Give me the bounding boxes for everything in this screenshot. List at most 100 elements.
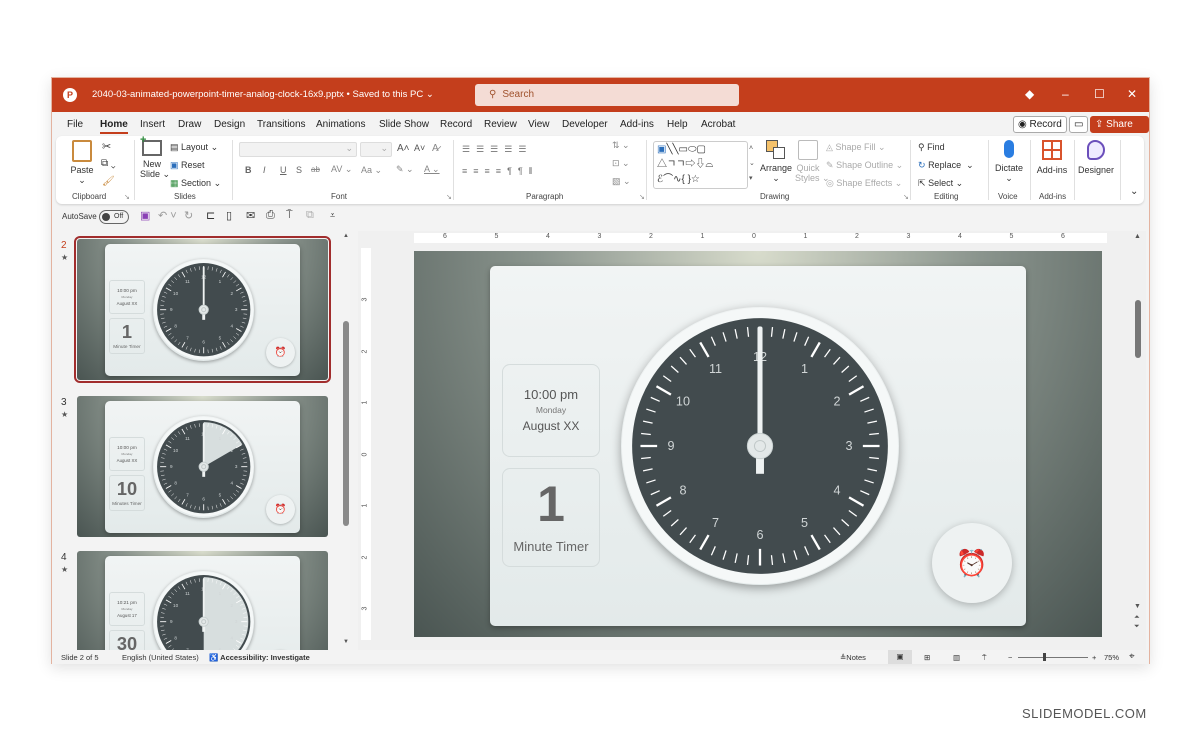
collapse-ribbon-icon[interactable]: ⌄ bbox=[1130, 186, 1138, 197]
copy-icon[interactable]: ⧉ ⌄ bbox=[101, 158, 116, 169]
copy-slide-icon[interactable]: ⧉ bbox=[306, 209, 314, 222]
tab-record[interactable]: Record bbox=[440, 119, 472, 130]
smartart-icon[interactable]: ▧ ⌄ bbox=[612, 176, 631, 187]
accessibility-status[interactable]: ♿ Accessibility: Investigate bbox=[209, 653, 310, 662]
slide-thumbnail[interactable]: 10:00 pm Monday August XX 10 Minutes Tim… bbox=[77, 396, 328, 537]
zoom-out-button[interactable]: − bbox=[1008, 653, 1012, 662]
slide-thumbnail[interactable]: 10:21 pm Monday August 17 30 Minutes Tim… bbox=[77, 551, 328, 650]
zoom-slider[interactable] bbox=[1018, 657, 1088, 658]
diamond-icon[interactable]: ◆ bbox=[1025, 87, 1034, 101]
tab-home[interactable]: Home bbox=[100, 119, 128, 134]
tab-view[interactable]: View bbox=[528, 119, 550, 130]
slide-thumbnail[interactable]: 10:00 pm Monday August XX 1 Minute Timer… bbox=[74, 236, 331, 383]
main-slide[interactable]: 10:00 pm Monday August XX 1 Minute Timer… bbox=[414, 251, 1102, 637]
close-button[interactable]: ✕ bbox=[1127, 87, 1137, 101]
maximize-button[interactable]: ☐ bbox=[1094, 87, 1105, 101]
alarm-button[interactable]: ⏰ bbox=[932, 523, 1012, 603]
layout-button[interactable]: ▤ Layout ⌄ bbox=[170, 142, 218, 153]
paste-button[interactable]: Paste ⌄ bbox=[70, 140, 94, 186]
redo-icon[interactable]: ↻ bbox=[184, 209, 193, 222]
zoom-slider-thumb[interactable] bbox=[1043, 653, 1047, 661]
gallery-scroll[interactable]: ˄ ⌄ ▾ bbox=[749, 141, 755, 186]
zoom-percent[interactable]: 75% bbox=[1104, 653, 1119, 662]
fit-to-window-icon[interactable]: ⌖ bbox=[1129, 651, 1135, 662]
share-button[interactable]: ⇪ Share ⌄ bbox=[1090, 116, 1149, 145]
shape-outline-button[interactable]: ✎ Shape Outline ⌄ bbox=[826, 160, 903, 171]
add-ins-button[interactable]: Add-ins bbox=[1035, 140, 1069, 175]
align-text-icon[interactable]: ⊡ ⌄ bbox=[612, 158, 630, 169]
present-icon[interactable]: ⍑ bbox=[286, 209, 293, 222]
search-box[interactable]: ⚲ Search bbox=[475, 84, 739, 106]
tab-add-ins[interactable]: Add-ins bbox=[620, 119, 654, 130]
tab-animations[interactable]: Animations bbox=[316, 119, 365, 130]
shapes-gallery[interactable]: ▣╲╲▭⬭▢ △ㄱㄱ⇨⇩⌓ ℰ⌒∿{ }☆ bbox=[653, 141, 748, 189]
dictate-button[interactable]: Dictate ⌄ bbox=[993, 140, 1025, 184]
section-button[interactable]: ▦ Section ⌄ bbox=[170, 178, 221, 189]
dialog-launcher-icon[interactable]: ↘ bbox=[124, 193, 130, 201]
normal-view-button[interactable]: ▣ bbox=[888, 650, 912, 664]
undo-icon[interactable]: ↶ ˅ bbox=[158, 209, 177, 222]
reset-button[interactable]: ▣ Reset bbox=[170, 160, 205, 171]
underline-button[interactable]: U bbox=[280, 165, 287, 175]
bold-button[interactable]: B bbox=[245, 165, 252, 175]
minimize-button[interactable]: – bbox=[1062, 87, 1069, 101]
grow-font-icon[interactable]: A˄ bbox=[397, 143, 410, 154]
shadow-button[interactable]: S bbox=[296, 165, 302, 175]
autosave-toggle[interactable]: Off bbox=[99, 210, 129, 224]
strikethrough-button[interactable]: ab bbox=[311, 165, 320, 174]
font-name-dropdown[interactable]: ⌄ bbox=[239, 142, 357, 157]
quick-styles-button[interactable]: Quick Styles ⌄ bbox=[795, 140, 830, 184]
select-button[interactable]: ⇱ Select ⌄ bbox=[918, 178, 963, 189]
editor-scrollbar[interactable]: ▲ ▼ ⏶ ⏷ bbox=[1134, 233, 1144, 643]
slide-sorter-button[interactable]: ⊞ bbox=[924, 653, 930, 662]
font-size-dropdown[interactable]: ⌄ bbox=[360, 142, 392, 157]
tab-slide-show[interactable]: Slide Show bbox=[379, 119, 429, 130]
shape-effects-button[interactable]: ◎ Shape Effects ⌄ bbox=[826, 178, 902, 189]
font-color-button[interactable]: A ⌄ bbox=[424, 164, 440, 175]
text-direction-icon[interactable]: ⇅ ⌄ bbox=[612, 140, 630, 151]
document-title[interactable]: 2040-03-animated-powerpoint-timer-analog… bbox=[92, 89, 434, 100]
drawing-dialog-launcher-icon[interactable]: ↘ bbox=[903, 193, 909, 201]
notes-button[interactable]: ≜Notes bbox=[840, 653, 866, 662]
prev-next-slide-icons[interactable]: ⏶ ⏷ bbox=[1134, 613, 1140, 631]
new-document-icon[interactable]: ▯ bbox=[226, 209, 232, 222]
change-case-button[interactable]: Aa ⌄ bbox=[361, 165, 382, 176]
email-icon[interactable]: ✉ bbox=[246, 209, 255, 222]
italic-button[interactable]: I bbox=[263, 165, 266, 175]
new-slide-button[interactable]: + New Slide ⌄ bbox=[140, 134, 170, 180]
designer-button[interactable]: Designer bbox=[1078, 140, 1114, 175]
font-dialog-launcher-icon[interactable]: ↘ bbox=[446, 193, 452, 201]
replace-button[interactable]: ↻ Replace ⌄ bbox=[918, 160, 974, 171]
reading-view-button[interactable]: ▥ bbox=[953, 653, 960, 662]
tab-file[interactable]: File bbox=[67, 119, 83, 130]
shrink-font-icon[interactable]: A˅ bbox=[414, 143, 425, 153]
tab-help[interactable]: Help bbox=[667, 119, 688, 130]
zoom-in-button[interactable]: + bbox=[1092, 653, 1096, 662]
print-icon[interactable]: ⎙ bbox=[266, 209, 275, 222]
open-folder-icon[interactable]: ⊏ bbox=[206, 209, 215, 222]
character-spacing-button[interactable]: AV ⌄ bbox=[331, 164, 352, 175]
list-buttons[interactable]: ☰☰☰☰☰ bbox=[462, 144, 532, 155]
comments-button[interactable]: ▭ bbox=[1069, 116, 1089, 133]
tab-acrobat[interactable]: Acrobat bbox=[701, 119, 735, 130]
find-button[interactable]: ⚲ Find bbox=[918, 142, 945, 153]
customize-qat-icon[interactable]: ⩡ bbox=[330, 210, 335, 221]
tab-transitions[interactable]: Transitions bbox=[257, 119, 306, 130]
tab-insert[interactable]: Insert bbox=[140, 119, 165, 130]
paragraph-dialog-launcher-icon[interactable]: ↘ bbox=[639, 193, 645, 201]
editor-scrollbar-thumb[interactable] bbox=[1135, 300, 1141, 358]
alignment-buttons[interactable]: ≡≡≡≡¶¶⫴ bbox=[462, 166, 539, 177]
shape-fill-button[interactable]: ◬ Shape Fill ⌄ bbox=[826, 142, 886, 153]
tab-review[interactable]: Review bbox=[484, 119, 517, 130]
format-painter-icon[interactable]: 🖌 bbox=[102, 176, 115, 187]
highlight-color-button[interactable]: ✎ ⌄ bbox=[396, 164, 414, 175]
tab-design[interactable]: Design bbox=[214, 119, 245, 130]
tab-developer[interactable]: Developer bbox=[562, 119, 608, 130]
save-icon[interactable]: ▣ bbox=[140, 209, 150, 222]
slideshow-view-button[interactable]: ⍑ bbox=[982, 653, 987, 663]
thumbnail-scrollbar-thumb[interactable] bbox=[343, 321, 349, 526]
cut-icon[interactable]: ✂ bbox=[102, 140, 111, 153]
record-button[interactable]: ◉ Record bbox=[1013, 116, 1067, 133]
tab-draw[interactable]: Draw bbox=[178, 119, 201, 130]
arrange-button[interactable]: Arrange ⌄ bbox=[760, 140, 792, 184]
